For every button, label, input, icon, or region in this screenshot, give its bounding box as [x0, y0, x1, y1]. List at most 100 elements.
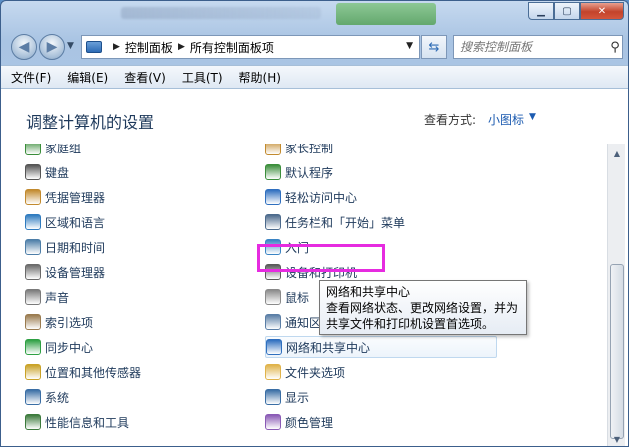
network-icon	[266, 339, 282, 355]
breadcrumb-control-panel[interactable]: 控制面板	[125, 39, 173, 56]
view-by-dropdown-icon[interactable]: ▼	[529, 112, 536, 122]
notification-icon	[265, 314, 281, 330]
address-bar[interactable]: ▶ 控制面板 ▶ 所有控制面板项 ▼	[81, 35, 420, 59]
back-button[interactable]: ◀	[11, 34, 37, 60]
view-by-dropdown[interactable]: 小图标	[488, 111, 524, 128]
back-arrow-icon: ◀	[18, 39, 30, 55]
menu-bar: 文件(F) 编辑(E) 查看(V) 工具(T) 帮助(H)	[1, 65, 628, 89]
item-label: 同步中心	[45, 340, 94, 355]
item-taskbar[interactable]: 任务栏和「开始」菜单	[265, 211, 497, 233]
keyboard-icon	[25, 164, 41, 180]
history-dropdown-icon[interactable]: ▼	[67, 41, 74, 51]
item-label: 区域和语言	[45, 215, 106, 230]
vertical-scrollbar[interactable]: ▲ ▼	[607, 144, 625, 446]
color-management-icon	[265, 414, 281, 430]
menu-view[interactable]: 查看(V)	[124, 69, 166, 86]
item-label: 设备管理器	[45, 265, 106, 280]
minimize-button[interactable]: ▁	[528, 2, 554, 20]
close-button[interactable]: ✕	[580, 2, 624, 20]
tooltip-title: 网络和共享中心	[326, 285, 411, 299]
clock-icon	[25, 239, 41, 255]
scroll-down-icon[interactable]: ▼	[609, 431, 625, 446]
item-index[interactable]: 索引选项	[25, 311, 245, 333]
getting-started-icon	[265, 239, 281, 255]
forward-button[interactable]: ▶	[39, 34, 65, 60]
search-input[interactable]	[454, 37, 608, 57]
item-label: 家庭组	[45, 144, 82, 155]
performance-icon	[25, 414, 41, 430]
menu-help[interactable]: 帮助(H)	[239, 69, 281, 86]
item-label: 任务栏和「开始」菜单	[285, 215, 406, 230]
navigation-bar: ◀ ▶ ▼ ▶ 控制面板 ▶ 所有控制面板项 ▼ ⇆ ⚲	[1, 31, 628, 63]
chevron-right-icon[interactable]: ▶	[113, 42, 120, 52]
printer-icon	[265, 264, 281, 280]
maximize-button[interactable]: ▢	[554, 2, 580, 20]
system-icon	[25, 389, 41, 405]
item-label: 日期和时间	[45, 240, 106, 255]
breadcrumb-all-items[interactable]: 所有控制面板项	[190, 39, 274, 56]
item-parental-control[interactable]: 家长控制	[265, 144, 497, 158]
search-box[interactable]: ⚲	[453, 35, 623, 59]
control-panel-icon	[86, 41, 102, 53]
view-by-label: 查看方式:	[424, 113, 477, 127]
item-performance[interactable]: 性能信息和工具	[25, 411, 245, 433]
maximize-icon: ▢	[562, 5, 572, 17]
item-credential[interactable]: 凭据管理器	[25, 186, 245, 208]
item-sync[interactable]: 同步中心	[25, 336, 245, 358]
chevron-right-icon[interactable]: ▶	[178, 42, 185, 52]
tooltip-line-1: 查看网络状态、更改网络设置，并为	[326, 301, 519, 315]
accessibility-icon	[265, 189, 281, 205]
item-label: 网络和共享中心	[286, 340, 371, 355]
item-label: 系统	[45, 390, 70, 405]
search-icon[interactable]: ⚲	[608, 40, 622, 55]
menu-tools[interactable]: 工具(T)	[182, 69, 223, 86]
title-blur-badge	[336, 3, 436, 25]
item-label: 颜色管理	[285, 415, 334, 430]
title-bar[interactable]: ▁ ▢ ✕	[1, 1, 628, 29]
item-system[interactable]: 系统	[25, 386, 245, 408]
item-label: 轻松访问中心	[285, 190, 358, 205]
item-label: 索引选项	[45, 315, 94, 330]
item-clock[interactable]: 日期和时间	[25, 236, 245, 258]
default-programs-icon	[265, 164, 281, 180]
item-label: 默认程序	[285, 165, 334, 180]
address-dropdown-icon[interactable]: ▼	[406, 41, 413, 51]
scroll-thumb[interactable]	[610, 264, 624, 439]
item-getting-started[interactable]: 入门	[265, 236, 497, 258]
item-label: 凭据管理器	[45, 190, 106, 205]
tooltip-line-2: 共享文件和打印机设置首选项。	[326, 317, 495, 331]
item-label: 鼠标	[285, 290, 310, 305]
item-folder[interactable]: 文件夹选项	[265, 361, 497, 383]
menu-file[interactable]: 文件(F)	[11, 69, 51, 86]
item-label: 声音	[45, 290, 70, 305]
scroll-up-icon[interactable]: ▲	[609, 145, 625, 161]
sync-icon	[25, 339, 41, 355]
menu-edit[interactable]: 编辑(E)	[67, 69, 108, 86]
title-blur	[121, 7, 321, 19]
window-controls: ▁ ▢ ✕	[528, 2, 624, 20]
display-icon	[265, 389, 281, 405]
item-globe[interactable]: 区域和语言	[25, 211, 245, 233]
item-label: 键盘	[45, 165, 70, 180]
item-label: 性能信息和工具	[45, 415, 130, 430]
item-label: 显示	[285, 390, 310, 405]
item-color-management[interactable]: 颜色管理	[265, 411, 497, 433]
sensor-icon	[25, 364, 41, 380]
item-display[interactable]: 显示	[265, 386, 497, 408]
mouse-icon	[265, 289, 281, 305]
item-default-programs[interactable]: 默认程序	[265, 161, 497, 183]
item-network[interactable]: 网络和共享中心	[265, 336, 497, 358]
refresh-button[interactable]: ⇆	[421, 35, 447, 59]
item-device-manager[interactable]: 设备管理器	[25, 261, 245, 283]
forward-arrow-icon: ▶	[46, 39, 58, 55]
item-keyboard[interactable]: 键盘	[25, 161, 245, 183]
close-icon: ✕	[597, 5, 607, 17]
item-accessibility[interactable]: 轻松访问中心	[265, 186, 497, 208]
item-speaker[interactable]: 声音	[25, 286, 245, 308]
homegroup-icon	[25, 144, 41, 155]
device-manager-icon	[25, 264, 41, 280]
item-homegroup[interactable]: 家庭组	[25, 144, 245, 158]
control-panel-window: ▁ ▢ ✕ ◀ ▶ ▼ ▶ 控制面板 ▶ 所有控制面板项 ▼ ⇆ ⚲ 文件(F)…	[0, 0, 629, 447]
item-sensor[interactable]: 位置和其他传感器	[25, 361, 245, 383]
item-label: 入门	[285, 240, 310, 255]
